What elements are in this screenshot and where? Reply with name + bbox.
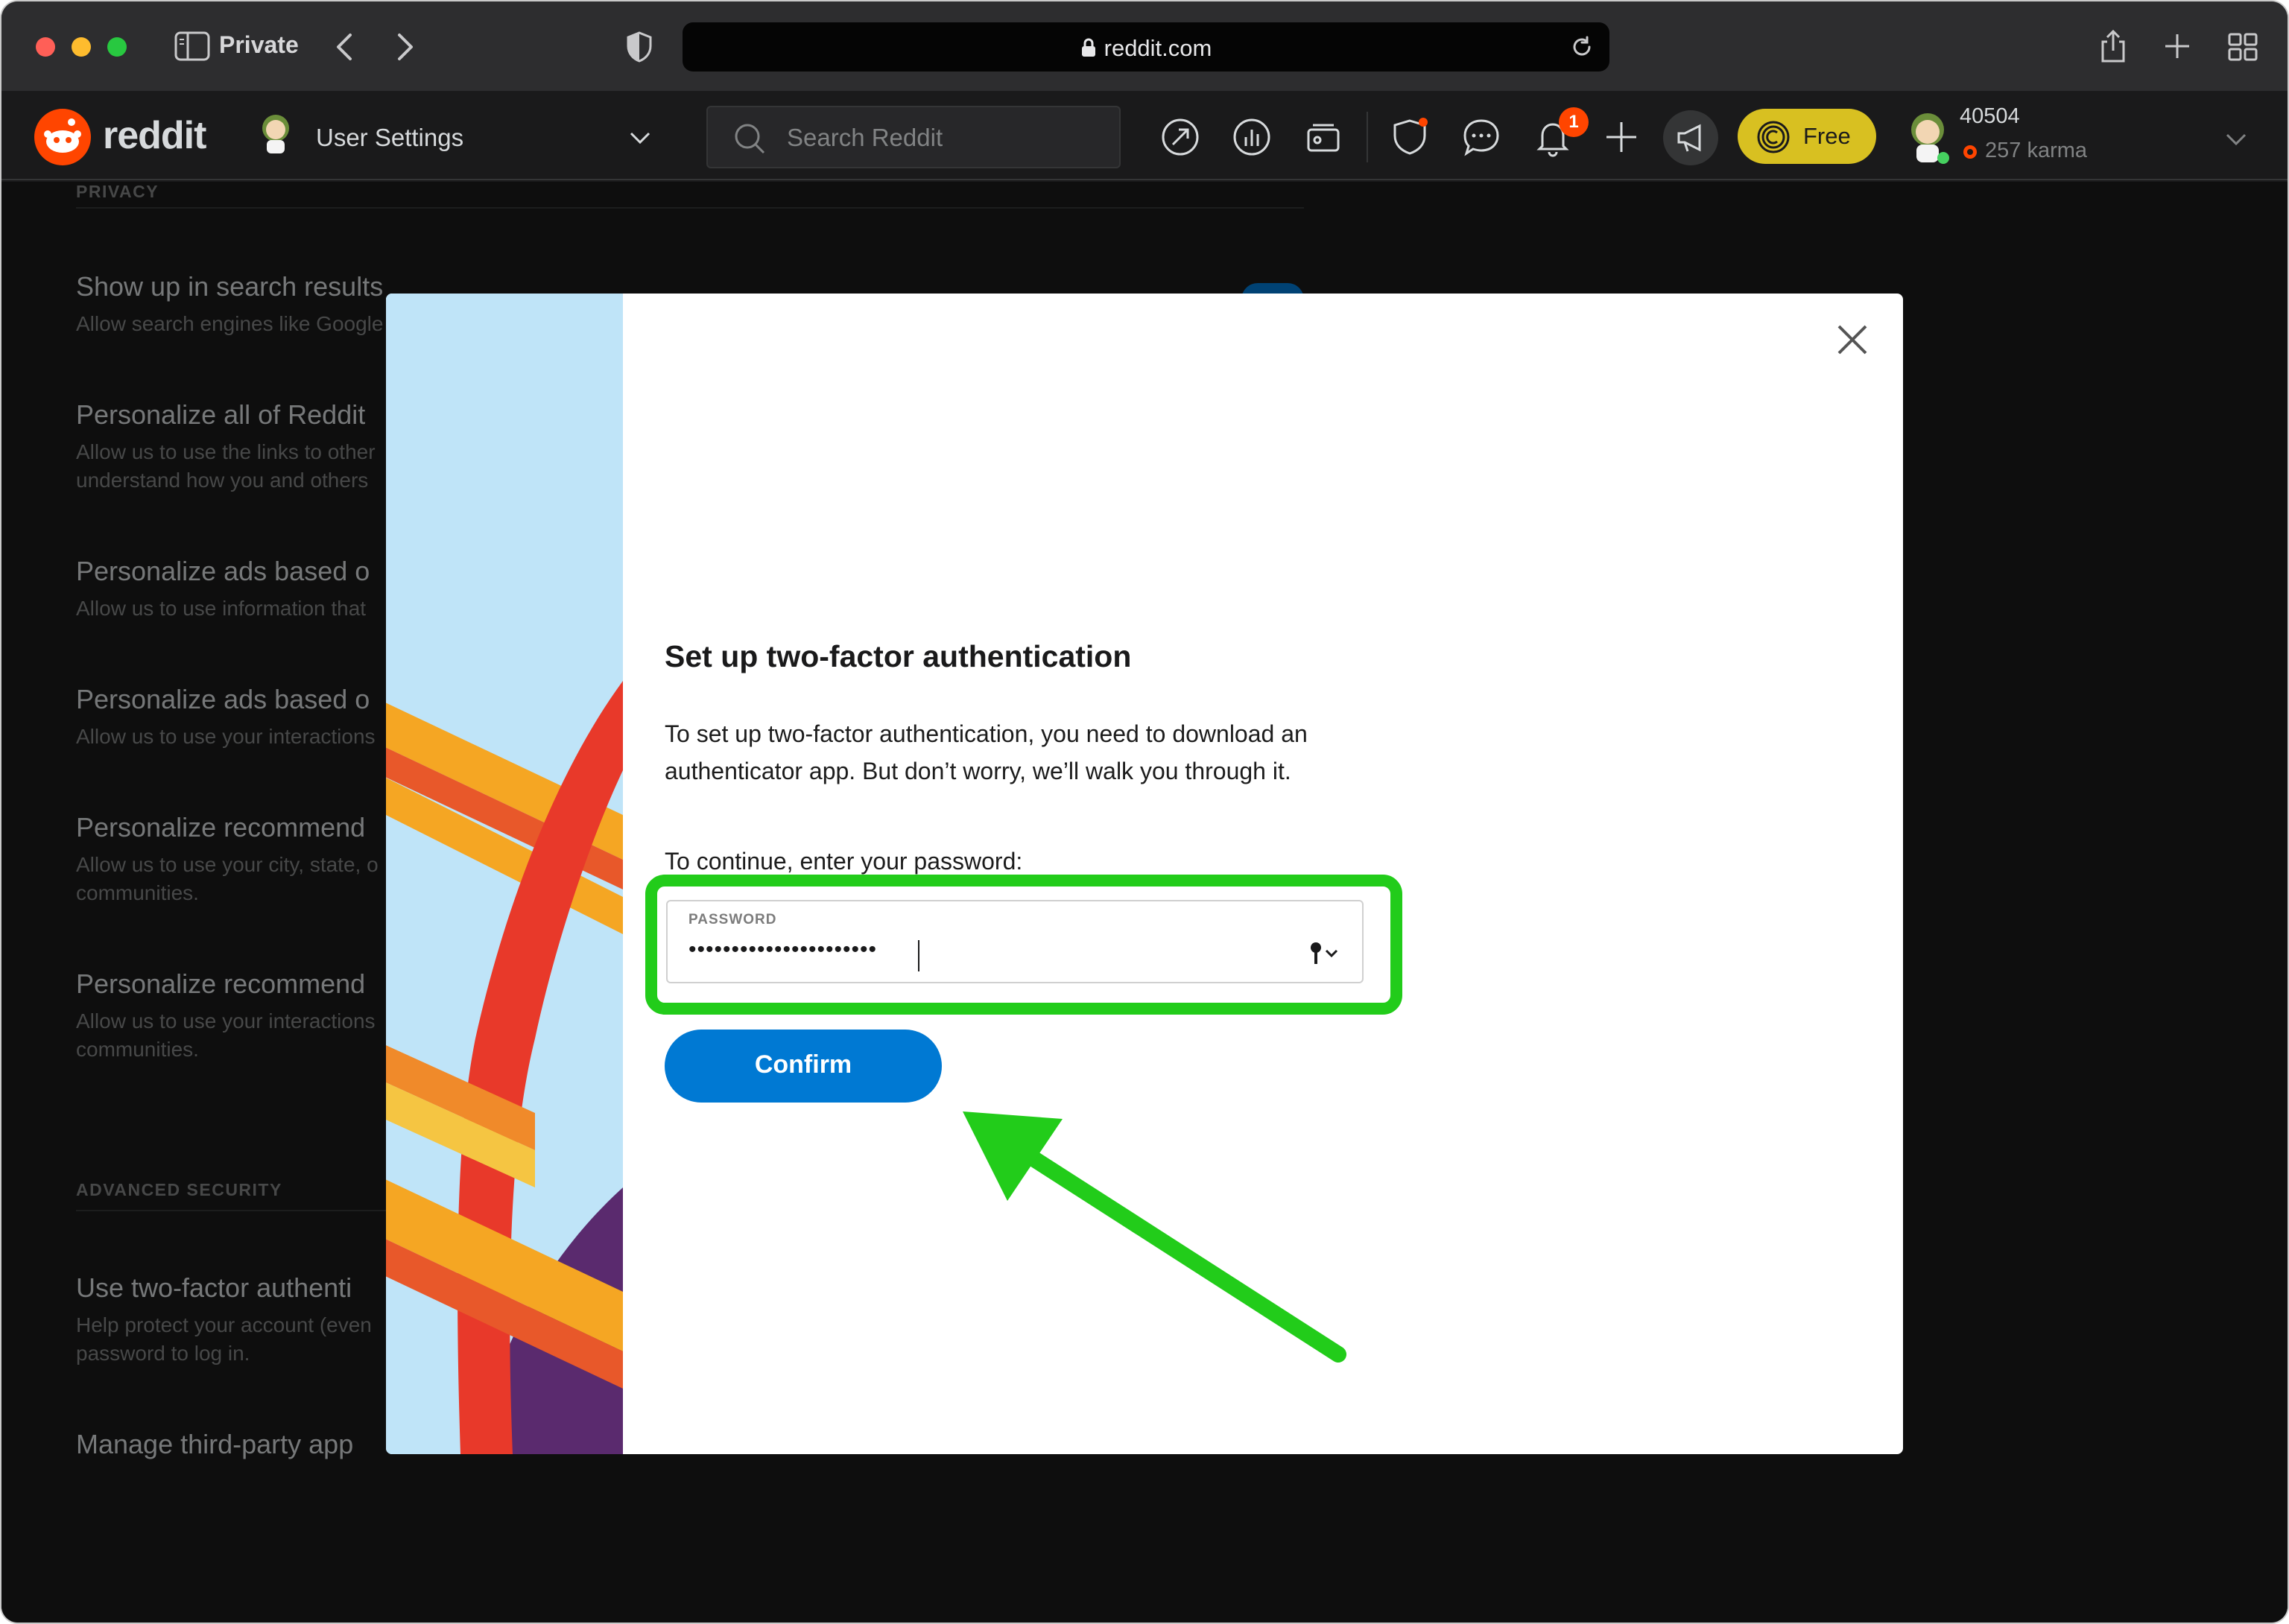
browser-toolbar: Private reddit.com <box>1 1 2288 92</box>
back-icon[interactable] <box>335 33 353 61</box>
karma-label: 257 karma <box>1985 139 2088 162</box>
zoom-window-button[interactable] <box>107 37 127 57</box>
user-menu-chevron-icon[interactable] <box>2225 133 2247 146</box>
password-field[interactable]: PASSWORD •••••••••••••••••••••• <box>666 900 1364 983</box>
confirm-button[interactable]: Confirm <box>665 1030 942 1103</box>
rpan-video-icon[interactable] <box>1302 116 1344 158</box>
notification-badge: 1 <box>1559 107 1589 137</box>
advertise-button[interactable] <box>1663 110 1718 165</box>
close-window-button[interactable] <box>36 37 55 57</box>
search-placeholder: Search Reddit <box>787 124 943 151</box>
forward-icon[interactable] <box>396 33 414 61</box>
two-factor-modal: Set up two-factor authentication To set … <box>386 294 1903 1454</box>
text-cursor <box>918 940 919 971</box>
popular-icon[interactable] <box>1159 116 1201 158</box>
header-divider <box>1367 112 1368 162</box>
new-tab-icon[interactable] <box>2164 33 2191 60</box>
stats-icon[interactable] <box>1231 116 1273 158</box>
reload-icon[interactable] <box>1571 36 1593 58</box>
username-label[interactable]: 40504 <box>1960 104 2020 129</box>
modal-illustration <box>386 294 623 1454</box>
reddit-logo-icon[interactable] <box>34 109 91 165</box>
modal-description: To set up two-factor authentication, you… <box>665 720 1308 784</box>
page-selector-label[interactable]: User Settings <box>316 124 463 152</box>
password-key-icon[interactable] <box>1307 940 1346 967</box>
private-browsing-label: Private <box>219 31 299 58</box>
privacy-shield-icon[interactable] <box>626 31 653 63</box>
chevron-down-icon[interactable] <box>629 131 651 145</box>
chat-icon[interactable] <box>1460 116 1502 158</box>
moderation-shield-icon[interactable] <box>1389 116 1431 158</box>
premium-label: Free <box>1803 123 1851 149</box>
url-text: reddit.com <box>1104 35 1212 61</box>
karma-icon <box>1963 145 1977 159</box>
reddit-header: reddit User Settings Search Reddit 1 Fre… <box>1 94 2288 180</box>
close-modal-icon[interactable] <box>1831 319 1873 361</box>
coin-icon <box>1757 121 1790 153</box>
browser-window: Private reddit.com reddit User Settings … <box>1 1 2288 1623</box>
minimize-window-button[interactable] <box>72 37 91 57</box>
confirm-label: Confirm <box>754 1050 852 1079</box>
share-icon[interactable] <box>2098 28 2128 64</box>
reddit-wordmark[interactable]: reddit <box>103 113 206 158</box>
search-input[interactable]: Search Reddit <box>706 106 1121 168</box>
lock-icon <box>1081 38 1095 57</box>
address-bar[interactable]: reddit.com <box>683 22 1609 72</box>
megaphone-icon <box>1677 124 1701 152</box>
search-icon <box>735 124 765 154</box>
create-post-icon[interactable] <box>1601 116 1642 158</box>
sidebar-toggle-icon[interactable] <box>174 31 210 61</box>
premium-free-button[interactable]: Free <box>1738 109 1876 164</box>
settings-avatar-icon <box>262 115 289 153</box>
user-avatar-icon[interactable] <box>1903 107 1952 165</box>
password-value: •••••••••••••••••••••• <box>688 937 878 962</box>
modal-title: Set up two-factor authentication <box>665 639 1132 673</box>
password-prompt: To continue, enter your password: <box>665 848 1023 875</box>
password-label: PASSWORD <box>688 912 777 927</box>
tab-overview-icon[interactable] <box>2228 33 2258 61</box>
